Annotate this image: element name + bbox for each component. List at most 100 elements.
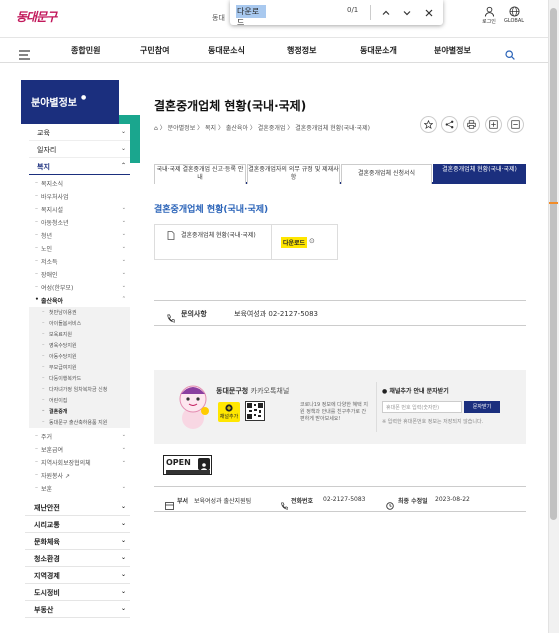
- print-button[interactable]: [463, 116, 480, 133]
- tab-status[interactable]: 결혼중개업체 현황(국내·국제): [433, 164, 526, 184]
- sidebar-subsub-item[interactable]: – 아동수당지원: [29, 351, 130, 362]
- sidebar-category[interactable]: 문화체육 ⌄: [25, 533, 130, 550]
- sidebar-sub-label: 저소득: [41, 259, 58, 266]
- sidebar-sub-item[interactable]: – 장애인 ⌄: [29, 268, 130, 281]
- tab-obligations[interactable]: 결혼중개업자의 의무 규정 및 제재사항: [247, 164, 340, 184]
- sidebar-category[interactable]: 재난안전 ⌄: [25, 499, 130, 516]
- sidebar-sub-item[interactable]: – 저소득 ⌄: [29, 255, 130, 268]
- scrollbar-thumb[interactable]: [550, 8, 557, 520]
- dash-icon: –: [42, 342, 45, 348]
- sidebar-subsub-item[interactable]: – 아이돌봄서비스: [29, 318, 130, 329]
- find-input[interactable]: 다운로드: [236, 5, 266, 27]
- tab-register-guide[interactable]: 국내·국제 결혼중개업 신고·등록 안내: [154, 164, 246, 184]
- sidebar-sub-label: 복지시설: [41, 207, 64, 214]
- sidebar-subsub-label: 다둥이행복카드: [49, 376, 82, 382]
- download-icon[interactable]: ⊙: [309, 237, 315, 245]
- breadcrumb[interactable]: ⌂ 〉 분야별정보 〉 복지 〉 출산육아 〉 결혼중개업 〉 결혼중개업체 현…: [154, 123, 370, 132]
- sidebar-subsub-item[interactable]: – 부모급여지원: [29, 362, 130, 373]
- dash-icon: –: [42, 408, 45, 414]
- sidebar-subsub-item-current[interactable]: – 결혼중개: [29, 406, 130, 417]
- sidebar-subsub-item[interactable]: – 다둥이행복카드: [29, 373, 130, 384]
- site-logo[interactable]: 동대문구: [16, 8, 72, 26]
- sidebar-sub-item[interactable]: – 노인 ⌄: [29, 242, 130, 255]
- sidebar-sub-item[interactable]: – 보훈 ⌄: [29, 482, 130, 495]
- download-button[interactable]: 다운로드: [281, 237, 308, 248]
- zoom-out-button[interactable]: [507, 116, 524, 133]
- share-button[interactable]: [441, 116, 458, 133]
- license-icon: [198, 458, 210, 472]
- page-title: 결혼중개업체 현황(국내·국제): [154, 99, 307, 113]
- sidebar-title: 분야별정보 ●: [21, 80, 119, 124]
- sidebar-item-label: 일자리: [37, 146, 57, 154]
- dash-icon: –: [42, 320, 45, 326]
- sidebar-item-welfare[interactable]: 복지 ⌃: [29, 158, 130, 175]
- sidebar-sub-item[interactable]: – 지역사회보장협의체 ⌄: [29, 456, 130, 469]
- sidebar-item-jobs[interactable]: 일자리 ⌄: [29, 141, 130, 158]
- find-next-button[interactable]: [400, 5, 414, 19]
- file-divider: [271, 225, 272, 259]
- zoom-in-icon: [489, 120, 498, 129]
- chevron-down-icon: ⌄: [120, 128, 126, 135]
- sidebar-sub-item[interactable]: – 아동청소년 ⌄: [29, 216, 130, 229]
- dash-icon: –: [35, 205, 38, 212]
- nav-item-participation[interactable]: 구민참여: [140, 45, 169, 56]
- favorite-button[interactable]: [420, 116, 437, 133]
- zoom-in-button[interactable]: [485, 116, 502, 133]
- sidebar-category[interactable]: 지역경제 ⌄: [25, 567, 130, 584]
- sidebar-subsub-item[interactable]: – 어린이집: [29, 395, 130, 406]
- sidebar-subsub-item[interactable]: – 다자녀가정 임차복차금 신청: [29, 384, 130, 395]
- nav-item-civil[interactable]: 종합민원: [71, 45, 100, 56]
- sidebar-sub-item[interactable]: – 복지시설 ⌄: [29, 203, 130, 216]
- phone-icon: [166, 308, 176, 327]
- dash-icon: –: [42, 309, 45, 315]
- global-button[interactable]: GLOBAL: [499, 6, 529, 34]
- sidebar-sub-item-childcare[interactable]: • 출산육아 ⌃: [29, 294, 130, 307]
- chevron-icon: ⌄: [121, 458, 126, 464]
- phone-number-input[interactable]: 휴대폰 번호 입력(숫자만): [382, 401, 462, 413]
- nav-item-admin[interactable]: 행정정보: [287, 45, 316, 56]
- sidebar-category[interactable]: 청소환경 ⌄: [25, 550, 130, 567]
- sidebar-sub-item[interactable]: – 바우처사업: [29, 190, 130, 203]
- kakao-add-channel-button[interactable]: 채널추가: [218, 402, 240, 422]
- search-icon[interactable]: [505, 45, 515, 64]
- close-icon: [425, 9, 433, 17]
- sidebar-sub-item[interactable]: – 주거 ⌄: [29, 430, 130, 443]
- nav-item-intro[interactable]: 동대문소개: [360, 45, 397, 56]
- sidebar-category-label: 재난안전: [34, 504, 60, 512]
- qr-code-image: [245, 401, 265, 421]
- sidebar-subsub-list: – 첫만남이용권 – 아이돌봄서비스 – 보육료지원 – 영육수당지원 – 아동수당지원 …: [29, 307, 130, 428]
- sidebar-category[interactable]: 도시정비 ⌄: [25, 584, 130, 601]
- section-title: 결혼중개업체 현황(국내·국제): [154, 205, 269, 215]
- sidebar-item-label: 복지: [37, 163, 50, 171]
- sms-send-button[interactable]: 문자받기: [464, 401, 500, 413]
- sidebar-sub-item[interactable]: – 자원봉사 ↗: [29, 469, 130, 482]
- sidebar-subsub-item[interactable]: – 동대문구 출산축하용품 지원: [29, 417, 130, 428]
- sidebar-category[interactable]: 시리교통 ⌄: [25, 516, 130, 533]
- dash-icon: –: [35, 218, 38, 225]
- nav-item-news[interactable]: 동대문소식: [208, 45, 245, 56]
- sidebar-sub-item[interactable]: – 여성(한부모) ⌄: [29, 281, 130, 294]
- sidebar-category[interactable]: 부동산 ⌄: [25, 601, 130, 618]
- sidebar-sub-item[interactable]: – 복지소식: [29, 177, 130, 190]
- nav-item-fields[interactable]: 분야별정보: [434, 45, 471, 56]
- sidebar-item-education[interactable]: 교육 ⌄: [29, 124, 130, 141]
- sidebar-subsub-item[interactable]: – 보육료지원: [29, 329, 130, 340]
- file-name: 결혼중개업체 현황(국내·국제): [167, 231, 267, 241]
- dot-icon: •: [35, 296, 39, 303]
- find-match-marker: [549, 202, 558, 204]
- sidebar-list: 교육 ⌄ 일자리 ⌄ 복지 ⌃ – 복지소식 – 바우처사업 – 복지시설 ⌄ – 아동청소년 ⌄…: [25, 124, 130, 618]
- menu-icon[interactable]: [19, 45, 30, 64]
- header-util-text: 동대: [212, 14, 225, 22]
- dash-icon: –: [42, 419, 45, 425]
- dash-icon: –: [35, 445, 38, 452]
- sidebar-sub-label: 출산육아: [41, 298, 64, 305]
- sidebar-sub-item[interactable]: – 보훈급여 ⌄: [29, 443, 130, 456]
- chevron-down-icon: ⌄: [120, 554, 126, 561]
- find-close-button[interactable]: [422, 5, 436, 19]
- kakao-description: 코로나19 정보에 다양한 혜택 지원 정책과 안내를 친구추가로 간편하게 받…: [300, 402, 368, 422]
- sidebar-subsub-item[interactable]: – 영육수당지원: [29, 340, 130, 351]
- tab-forms[interactable]: 결혼중개업체 신청서식: [341, 164, 432, 184]
- sidebar-subsub-item[interactable]: – 첫만남이용권: [29, 307, 130, 318]
- find-prev-button[interactable]: [379, 5, 393, 19]
- sidebar-sub-item[interactable]: – 청년 ⌄: [29, 229, 130, 242]
